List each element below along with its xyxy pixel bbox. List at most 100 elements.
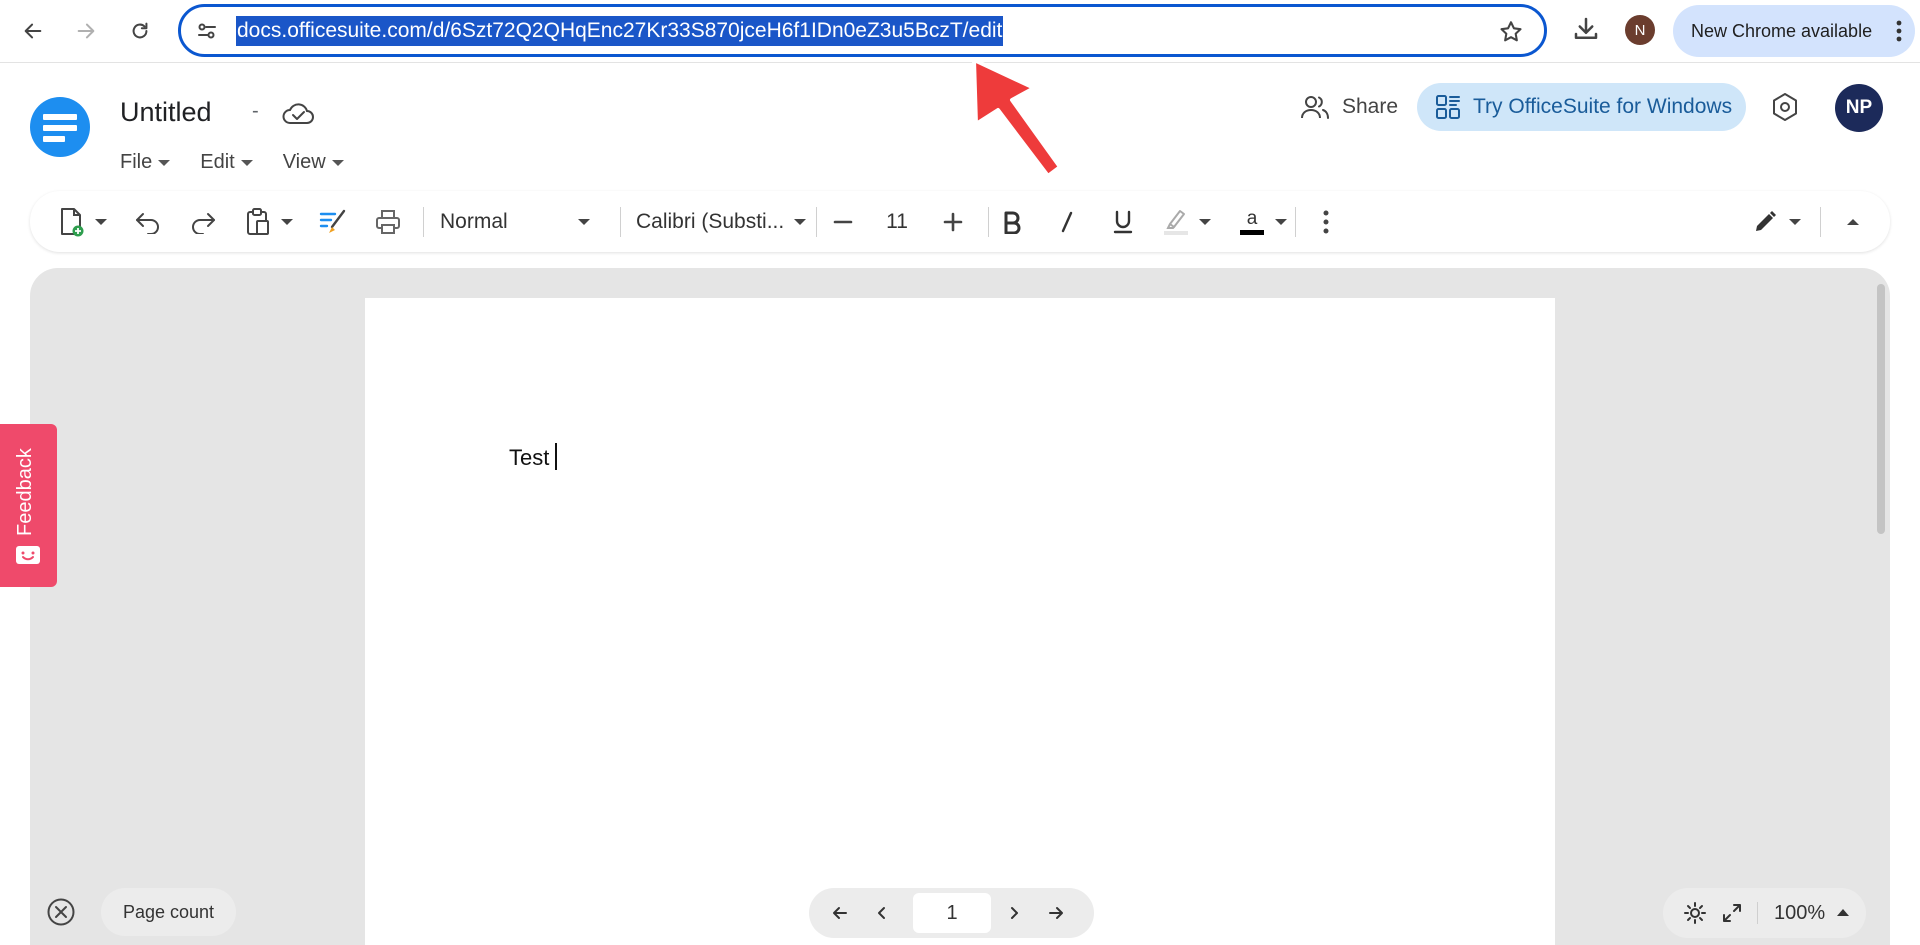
paste-menu[interactable] xyxy=(278,191,296,252)
menu-bar: File Edit View xyxy=(120,151,374,174)
chevron-left-icon xyxy=(874,905,890,921)
increase-font-size-button[interactable] xyxy=(936,191,970,252)
document-page[interactable]: Test xyxy=(365,298,1555,945)
font-color-menu[interactable] xyxy=(1272,191,1290,252)
caret-down-icon xyxy=(1199,218,1211,225)
more-options-button[interactable] xyxy=(1311,191,1341,252)
caret-down-icon xyxy=(240,159,253,166)
document-canvas[interactable]: Test xyxy=(30,268,1890,945)
bookmark-star-icon[interactable] xyxy=(1498,19,1524,45)
address-bar[interactable]: docs.officesuite.com/d/6Szt72Q2QHqEnc27K… xyxy=(178,4,1547,57)
menu-file[interactable]: File xyxy=(120,151,171,174)
toolbar-divider xyxy=(423,207,424,237)
caret-down-icon xyxy=(95,218,107,225)
zoom-controls: 100% xyxy=(1663,888,1866,938)
toolbar-divider xyxy=(1295,207,1296,237)
try-officesuite-label: Try OfficeSuite for Windows xyxy=(1473,95,1733,118)
undo-icon xyxy=(134,210,162,234)
brightness-icon[interactable] xyxy=(1683,901,1707,925)
font-color-button[interactable]: a xyxy=(1234,191,1270,252)
chevron-right-icon xyxy=(1006,905,1022,921)
share-button[interactable]: Share xyxy=(1300,90,1398,124)
fullscreen-icon[interactable] xyxy=(1720,901,1744,925)
site-info-icon[interactable] xyxy=(195,19,219,43)
chrome-update-button[interactable]: New Chrome available xyxy=(1673,5,1915,57)
next-page-button[interactable] xyxy=(1001,900,1027,926)
more-vert-icon xyxy=(1322,209,1330,235)
reload-button[interactable] xyxy=(121,12,159,50)
back-button[interactable] xyxy=(14,12,52,50)
page-count-button[interactable]: Page count xyxy=(101,888,236,936)
bold-icon xyxy=(1002,210,1022,234)
new-document-menu[interactable] xyxy=(92,191,110,252)
last-page-button[interactable] xyxy=(1043,900,1069,926)
redo-button[interactable] xyxy=(185,191,221,252)
document-title[interactable]: Untitled xyxy=(120,97,212,128)
page-number-input[interactable]: 1 xyxy=(913,893,991,933)
close-circle-icon[interactable] xyxy=(46,897,76,927)
caret-down-icon xyxy=(794,219,806,225)
previous-page-button[interactable] xyxy=(869,900,895,926)
logo-bar xyxy=(43,136,65,142)
print-button[interactable] xyxy=(370,191,406,252)
paste-button[interactable] xyxy=(240,191,276,252)
arrow-left-icon xyxy=(22,20,44,42)
menu-edit-label: Edit xyxy=(200,151,235,173)
minus-icon xyxy=(833,212,853,232)
highlight-color-menu[interactable] xyxy=(1196,191,1214,252)
format-painter-button[interactable] xyxy=(315,191,351,252)
zoom-divider xyxy=(1757,902,1758,924)
menu-file-label: File xyxy=(120,151,153,173)
font-size-input[interactable]: 11 xyxy=(875,191,919,252)
bold-button[interactable] xyxy=(994,191,1030,252)
toolbar-divider xyxy=(816,207,817,237)
profile-avatar[interactable]: N xyxy=(1625,15,1655,45)
new-document-button[interactable] xyxy=(52,191,92,252)
text-cursor xyxy=(555,443,558,470)
menu-edit[interactable]: Edit xyxy=(200,151,253,174)
underline-button[interactable] xyxy=(1105,191,1141,252)
more-vert-icon xyxy=(1895,19,1903,43)
download-icon[interactable] xyxy=(1571,14,1601,44)
caret-down-icon xyxy=(1789,218,1801,225)
feedback-tab[interactable]: Feedback xyxy=(0,424,57,587)
caret-up-icon xyxy=(1846,217,1860,227)
logo-bar xyxy=(43,114,77,120)
printer-icon xyxy=(374,208,402,236)
arrow-right-icon xyxy=(1048,905,1064,921)
toolbar-divider xyxy=(620,207,621,237)
italic-button[interactable] xyxy=(1049,191,1085,252)
settings-hexagon-icon[interactable] xyxy=(1770,92,1800,122)
font-family-select[interactable]: Calibri (Substi... xyxy=(636,191,806,252)
user-avatar[interactable]: NP xyxy=(1835,84,1883,132)
page-navigator: 1 xyxy=(809,888,1094,938)
italic-icon xyxy=(1057,210,1077,234)
font-color-icon: a xyxy=(1238,206,1266,238)
highlight-color-button[interactable] xyxy=(1158,191,1194,252)
editing-mode-menu[interactable] xyxy=(1786,191,1804,252)
caret-up-icon[interactable] xyxy=(1837,909,1849,916)
reload-icon xyxy=(129,20,151,42)
document-text[interactable]: Test xyxy=(509,443,558,471)
arrow-right-icon xyxy=(75,20,97,42)
try-officesuite-button[interactable]: Try OfficeSuite for Windows xyxy=(1417,83,1746,131)
svg-text:a: a xyxy=(1247,208,1258,229)
paragraph-style-select[interactable]: Normal xyxy=(440,191,590,252)
vertical-scrollbar[interactable] xyxy=(1877,284,1885,534)
officesuite-logo[interactable] xyxy=(30,97,90,157)
collapse-toolbar-button[interactable] xyxy=(1836,191,1870,252)
editing-mode-button[interactable] xyxy=(1748,191,1782,252)
document-text-content: Test xyxy=(509,445,550,470)
caret-down-icon xyxy=(158,159,171,166)
zoom-level[interactable]: 100% xyxy=(1774,888,1825,938)
forward-button[interactable] xyxy=(67,12,105,50)
clipboard-icon xyxy=(245,207,271,237)
menu-view[interactable]: View xyxy=(283,151,344,174)
first-page-button[interactable] xyxy=(827,900,853,926)
decrease-font-size-button[interactable] xyxy=(826,191,860,252)
caret-down-icon xyxy=(578,219,590,225)
undo-button[interactable] xyxy=(130,191,166,252)
url-text[interactable]: docs.officesuite.com/d/6Szt72Q2QHqEnc27K… xyxy=(236,16,1004,46)
title-separator: - xyxy=(252,100,259,122)
arrow-left-icon xyxy=(832,905,848,921)
